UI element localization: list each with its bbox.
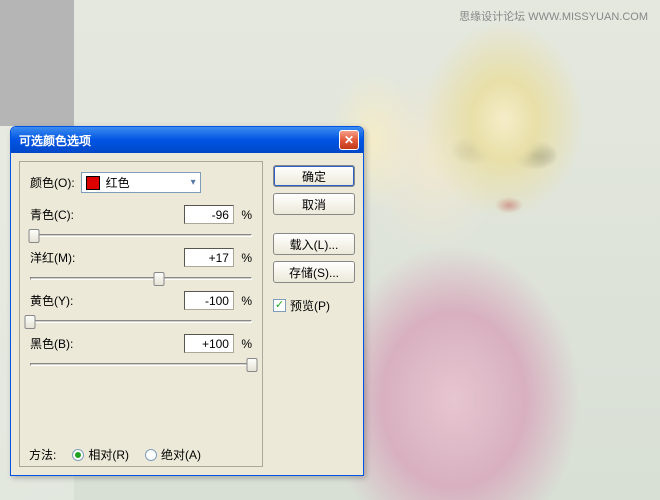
yellow-input[interactable] (184, 291, 234, 310)
black-input[interactable] (184, 334, 234, 353)
radio-relative[interactable]: 相对(R) (72, 446, 129, 463)
photoshop-empty-area (0, 0, 74, 126)
chevron-down-icon: ▾ (191, 177, 196, 188)
dialog-title: 可选颜色选项 (19, 132, 91, 149)
close-icon: ✕ (344, 133, 354, 147)
cyan-slider-row: 青色(C): % (30, 205, 252, 244)
magenta-input[interactable] (184, 248, 234, 267)
ok-button[interactable]: 确定 (273, 165, 355, 187)
save-button[interactable]: 存储(S)... (273, 261, 355, 283)
yellow-thumb[interactable] (25, 315, 36, 329)
dialog-body: 颜色(O): 红色 ▾ 青色(C): % (11, 153, 363, 475)
magenta-label: 洋红(M): (30, 249, 75, 266)
percent-label: % (241, 208, 252, 222)
dialog-buttons: 确定 取消 载入(L)... 存储(S)... ✓ 预览(P) (273, 161, 355, 467)
checkbox-checked-icon: ✓ (273, 299, 286, 312)
watermark-top: 思缘设计论坛 WWW.MISSYUAN.COM (459, 8, 648, 24)
sliders-panel: 颜色(O): 红色 ▾ 青色(C): % (19, 161, 263, 467)
dialog-titlebar[interactable]: 可选颜色选项 ✕ (11, 127, 363, 153)
load-button[interactable]: 载入(L)... (273, 233, 355, 255)
radio-unchecked-icon (145, 449, 157, 461)
color-selected: 红色 (106, 174, 130, 191)
cyan-label: 青色(C): (30, 206, 74, 223)
radio-checked-icon (72, 449, 84, 461)
close-button[interactable]: ✕ (339, 130, 359, 150)
method-row: 方法: 相对(R) 绝对(A) (29, 446, 201, 463)
swatch-red-icon (86, 176, 100, 190)
radio-absolute[interactable]: 绝对(A) (145, 446, 201, 463)
yellow-label: 黄色(Y): (30, 292, 73, 309)
preview-label: 预览(P) (290, 297, 330, 314)
magenta-slider-row: 洋红(M): % (30, 248, 252, 287)
cyan-thumb[interactable] (29, 229, 40, 243)
magenta-thumb[interactable] (153, 272, 164, 286)
yellow-slider-row: 黄色(Y): % (30, 291, 252, 330)
color-label: 颜色(O): (30, 174, 75, 191)
color-dropdown[interactable]: 红色 ▾ (81, 172, 201, 193)
black-slider-row: 黑色(B): % (30, 334, 252, 373)
cyan-input[interactable] (184, 205, 234, 224)
selective-color-dialog: 可选颜色选项 ✕ 颜色(O): 红色 ▾ 青色(C): % (10, 126, 364, 476)
black-thumb[interactable] (247, 358, 258, 372)
method-label: 方法: (29, 446, 56, 463)
black-label: 黑色(B): (30, 335, 73, 352)
cancel-button[interactable]: 取消 (273, 193, 355, 215)
preview-checkbox[interactable]: ✓ 预览(P) (273, 297, 355, 314)
